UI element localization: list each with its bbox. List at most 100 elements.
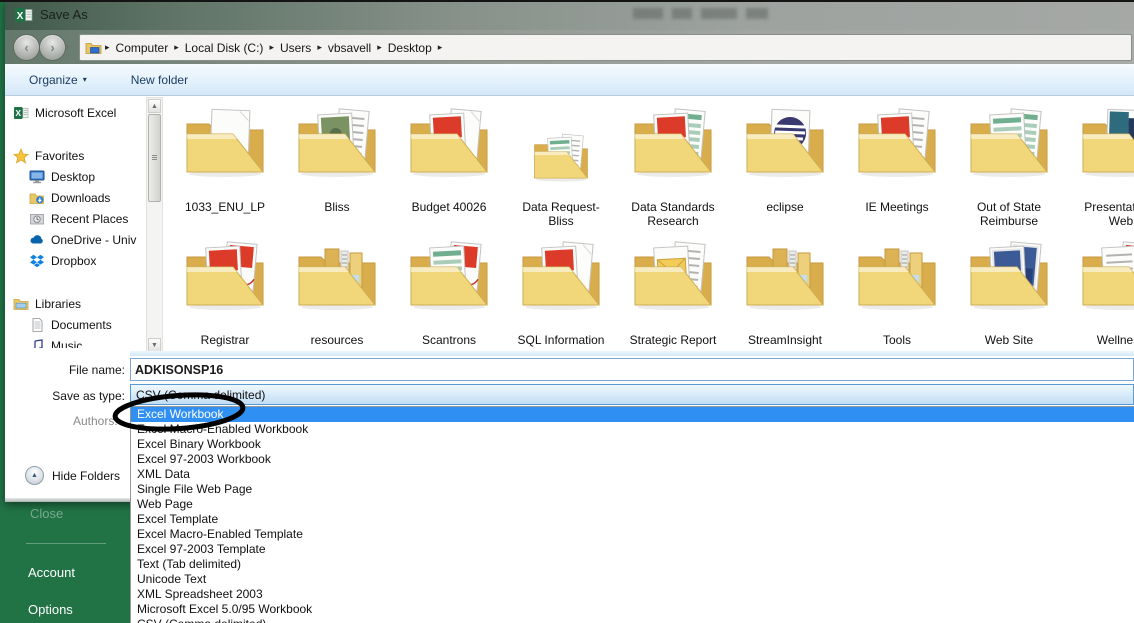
- sidebar-item-libraries[interactable]: Libraries: [13, 293, 143, 314]
- folder-item-tools[interactable]: Tools: [841, 233, 953, 347]
- folder-icon: [403, 100, 495, 192]
- backstage-item-account[interactable]: Account: [28, 565, 75, 580]
- breadcrumb-item-local-disk-c[interactable]: Local Disk (C:): [180, 41, 269, 55]
- scroll-up-icon[interactable]: ▲: [148, 99, 161, 113]
- back-button[interactable]: ‹: [13, 34, 40, 61]
- scroll-down-icon[interactable]: ▼: [148, 338, 161, 352]
- document-icon: [29, 317, 45, 333]
- folder-item-eclipse[interactable]: eclipse: [729, 100, 841, 214]
- filetype-option-xml-data[interactable]: XML Data: [131, 467, 1134, 482]
- folder-icon: [179, 100, 271, 192]
- folder-item-budget-40026[interactable]: Budget 40026: [393, 100, 505, 214]
- filetype-option-unicode-text[interactable]: Unicode Text: [131, 572, 1134, 587]
- downloads-icon: [29, 190, 45, 206]
- filetype-option-microsoft-excel-5-0-95-workbook[interactable]: Microsoft Excel 5.0/95 Workbook: [131, 602, 1134, 617]
- sidebar-scrollbar[interactable]: ▲ ▼: [146, 97, 163, 354]
- scrollbar-grip: [152, 154, 157, 161]
- forward-button[interactable]: ›: [39, 34, 66, 61]
- window-top-edge: [0, 0, 1134, 2]
- folder-label: Budget 40026: [399, 200, 499, 214]
- save-as-type-label: Save as type:: [5, 389, 125, 403]
- sidebar-item-label: OneDrive - Univ: [51, 233, 136, 247]
- scrollbar-thumb[interactable]: [148, 114, 161, 202]
- folder-item-out-of-state-reimburse[interactable]: Out of State Reimburse: [953, 100, 1065, 228]
- folder-label: IE Meetings: [847, 200, 947, 214]
- folder-label: Scantrons: [399, 333, 499, 347]
- sidebar-item-documents[interactable]: Documents: [13, 314, 143, 335]
- music-icon: [29, 338, 45, 349]
- onedrive-cloud-icon: [29, 232, 45, 248]
- sidebar-item-recent-places[interactable]: Recent Places: [13, 208, 143, 229]
- sidebar-item-onedrive-univ[interactable]: OneDrive - Univ: [13, 229, 143, 250]
- backstage-item-options[interactable]: Options: [28, 602, 73, 617]
- filetype-option-web-page[interactable]: Web Page: [131, 497, 1134, 512]
- breadcrumb-item-desktop[interactable]: Desktop: [383, 41, 437, 55]
- breadcrumb[interactable]: ▸Computer▸Local Disk (C:)▸Users▸vbsavell…: [79, 34, 1132, 61]
- dialog-titlebar: X Save As: [5, 0, 1134, 30]
- folder-item-resources[interactable]: resources: [281, 233, 393, 347]
- filetype-option-excel-97-2003-template[interactable]: Excel 97-2003 Template: [131, 542, 1134, 557]
- filetype-option-excel-workbook[interactable]: Excel Workbook: [131, 407, 1134, 422]
- folder-icon: [179, 233, 271, 325]
- folder-item-wellness[interactable]: Wellness: [1065, 233, 1134, 347]
- breadcrumb-item-computer[interactable]: Computer: [111, 41, 174, 55]
- sidebar-item-downloads[interactable]: Downloads: [13, 187, 143, 208]
- monitor-icon: [29, 169, 45, 185]
- sidebar-item-microsoft-excel[interactable]: XMicrosoft Excel: [13, 102, 143, 123]
- sidebar-item-music[interactable]: Music: [13, 335, 143, 348]
- folder-icon: [851, 100, 943, 192]
- hide-folders-button[interactable]: ▲ Hide Folders: [25, 466, 120, 485]
- navigation-pane: XMicrosoft Excel Favorites Desktop Download…: [13, 102, 143, 348]
- filetype-option-single-file-web-page[interactable]: Single File Web Page: [131, 482, 1134, 497]
- filetype-option-excel-macro-enabled-workbook[interactable]: Excel Macro-Enabled Workbook: [131, 422, 1134, 437]
- sidebar-item-favorites[interactable]: Favorites: [13, 145, 143, 166]
- filetype-option-excel-97-2003-workbook[interactable]: Excel 97-2003 Workbook: [131, 452, 1134, 467]
- file-list: 1033_ENU_LP Bliss Budget 40026 Data Request…: [163, 97, 1134, 355]
- folder-icon: [291, 100, 383, 192]
- collapse-arrow-icon: ▲: [25, 466, 44, 485]
- recent-pages-dropdown-icon[interactable]: ▾: [66, 43, 70, 52]
- folder-item-data-standards-research[interactable]: Data Standards Research: [617, 100, 729, 228]
- hide-folders-label: Hide Folders: [52, 469, 120, 483]
- list-form-separator: [130, 351, 1134, 356]
- folder-item-ie-meetings[interactable]: IE Meetings: [841, 100, 953, 214]
- new-folder-button[interactable]: New folder: [131, 73, 188, 87]
- folder-label: Bliss: [287, 200, 387, 214]
- folder-item-data-request-bliss[interactable]: Data Request-Bliss: [505, 100, 617, 228]
- save-as-type-combobox[interactable]: CSV (Comma delimited): [130, 384, 1134, 405]
- filetype-option-excel-template[interactable]: Excel Template: [131, 512, 1134, 527]
- sidebar-item-label: Desktop: [51, 170, 95, 184]
- libraries-icon: [13, 296, 29, 312]
- filetype-option-excel-macro-enabled-template[interactable]: Excel Macro-Enabled Template: [131, 527, 1134, 542]
- backstage-divider: [26, 543, 106, 544]
- folder-item-scantrons[interactable]: Scantrons: [393, 233, 505, 347]
- folder-item-1033-enu-lp[interactable]: 1033_ENU_LP: [169, 100, 281, 214]
- folder-icon: [963, 233, 1055, 325]
- filetype-option-xml-spreadsheet-2003[interactable]: XML Spreadsheet 2003: [131, 587, 1134, 602]
- sidebar-item-label: Microsoft Excel: [35, 106, 116, 120]
- sidebar-item-dropbox[interactable]: Dropbox: [13, 250, 143, 271]
- folder-label: eclipse: [735, 200, 835, 214]
- organize-button[interactable]: Organize ▾: [29, 73, 87, 87]
- sidebar-item-desktop[interactable]: Desktop: [13, 166, 143, 187]
- breadcrumb-item-vbsavell[interactable]: vbsavell: [323, 41, 376, 55]
- chevron-down-icon: ▾: [83, 75, 87, 84]
- filetype-option-excel-binary-workbook[interactable]: Excel Binary Workbook: [131, 437, 1134, 452]
- folder-item-sql-information[interactable]: SQL Information: [505, 233, 617, 347]
- folder-label: SQL Information: [511, 333, 611, 347]
- folder-icon: [739, 100, 831, 192]
- filetype-option-text-tab-delimited[interactable]: Text (Tab delimited): [131, 557, 1134, 572]
- breadcrumb-separator-icon: ▸: [437, 42, 444, 53]
- folder-label: Wellness: [1071, 333, 1134, 347]
- folder-icon: [739, 233, 831, 325]
- folder-item-web-site[interactable]: Web Site: [953, 233, 1065, 347]
- folder-item-bliss[interactable]: Bliss: [281, 100, 393, 214]
- folder-item-registrar[interactable]: Registrar: [169, 233, 281, 347]
- breadcrumb-item-users[interactable]: Users: [275, 41, 316, 55]
- file-name-input[interactable]: [130, 358, 1134, 381]
- folder-item-streaminsight[interactable]: StreamInsight: [729, 233, 841, 347]
- folder-label: 1033_ENU_LP: [175, 200, 275, 214]
- filetype-option-csv-comma-delimited[interactable]: CSV (Comma delimited): [131, 617, 1134, 623]
- folder-item-presentations-web[interactable]: Presentations Web: [1065, 100, 1134, 228]
- folder-item-strategic-report[interactable]: Strategic Report: [617, 233, 729, 347]
